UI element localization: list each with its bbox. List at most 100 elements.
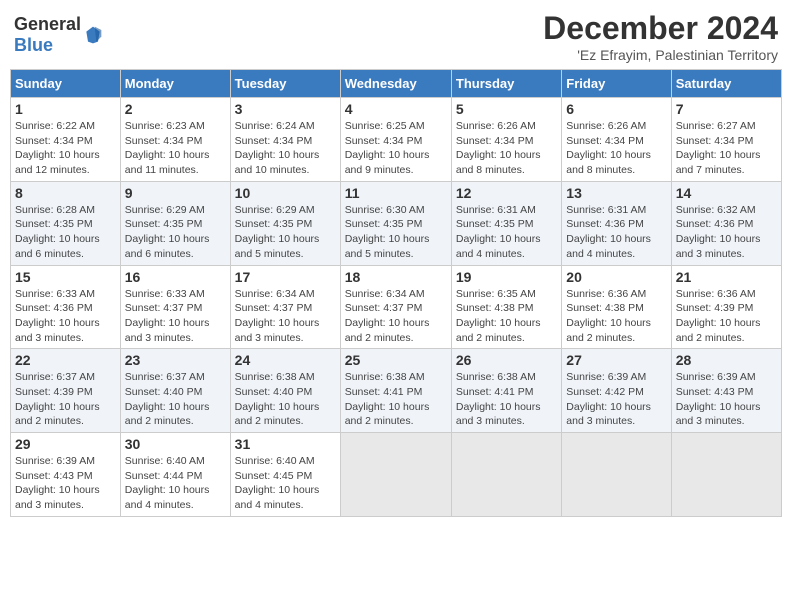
- calendar-week-row: 29 Sunrise: 6:39 AM Sunset: 4:43 PM Dayl…: [11, 433, 782, 517]
- calendar-table: SundayMondayTuesdayWednesdayThursdayFrid…: [10, 69, 782, 517]
- calendar-cell: [451, 433, 561, 517]
- calendar-cell: 28 Sunrise: 6:39 AM Sunset: 4:43 PM Dayl…: [671, 349, 781, 433]
- calendar-cell: 22 Sunrise: 6:37 AM Sunset: 4:39 PM Dayl…: [11, 349, 121, 433]
- day-info: Sunrise: 6:36 AM Sunset: 4:38 PM Dayligh…: [566, 287, 666, 346]
- day-number: 7: [676, 101, 777, 117]
- calendar-cell: 19 Sunrise: 6:35 AM Sunset: 4:38 PM Dayl…: [451, 265, 561, 349]
- day-info: Sunrise: 6:35 AM Sunset: 4:38 PM Dayligh…: [456, 287, 557, 346]
- day-info: Sunrise: 6:28 AM Sunset: 4:35 PM Dayligh…: [15, 203, 116, 262]
- day-number: 27: [566, 352, 666, 368]
- day-number: 5: [456, 101, 557, 117]
- location-title: 'Ez Efrayim, Palestinian Territory: [543, 47, 778, 63]
- calendar-cell: 24 Sunrise: 6:38 AM Sunset: 4:40 PM Dayl…: [230, 349, 340, 433]
- calendar-cell: 18 Sunrise: 6:34 AM Sunset: 4:37 PM Dayl…: [340, 265, 451, 349]
- day-info: Sunrise: 6:30 AM Sunset: 4:35 PM Dayligh…: [345, 203, 447, 262]
- calendar-cell: 1 Sunrise: 6:22 AM Sunset: 4:34 PM Dayli…: [11, 98, 121, 182]
- day-info: Sunrise: 6:31 AM Sunset: 4:36 PM Dayligh…: [566, 203, 666, 262]
- weekday-header: Wednesday: [340, 70, 451, 98]
- day-info: Sunrise: 6:39 AM Sunset: 4:42 PM Dayligh…: [566, 370, 666, 429]
- calendar-cell: 7 Sunrise: 6:27 AM Sunset: 4:34 PM Dayli…: [671, 98, 781, 182]
- day-info: Sunrise: 6:29 AM Sunset: 4:35 PM Dayligh…: [125, 203, 226, 262]
- day-info: Sunrise: 6:38 AM Sunset: 4:40 PM Dayligh…: [235, 370, 336, 429]
- day-number: 3: [235, 101, 336, 117]
- calendar-cell: 8 Sunrise: 6:28 AM Sunset: 4:35 PM Dayli…: [11, 181, 121, 265]
- day-number: 2: [125, 101, 226, 117]
- calendar-cell: 23 Sunrise: 6:37 AM Sunset: 4:40 PM Dayl…: [120, 349, 230, 433]
- weekday-header: Monday: [120, 70, 230, 98]
- calendar-week-row: 15 Sunrise: 6:33 AM Sunset: 4:36 PM Dayl…: [11, 265, 782, 349]
- day-info: Sunrise: 6:34 AM Sunset: 4:37 PM Dayligh…: [235, 287, 336, 346]
- logo-blue: Blue: [14, 35, 53, 55]
- day-info: Sunrise: 6:39 AM Sunset: 4:43 PM Dayligh…: [15, 454, 116, 513]
- day-number: 11: [345, 185, 447, 201]
- day-number: 17: [235, 269, 336, 285]
- day-number: 1: [15, 101, 116, 117]
- day-number: 22: [15, 352, 116, 368]
- weekday-header: Thursday: [451, 70, 561, 98]
- day-info: Sunrise: 6:26 AM Sunset: 4:34 PM Dayligh…: [566, 119, 666, 178]
- calendar-cell: 3 Sunrise: 6:24 AM Sunset: 4:34 PM Dayli…: [230, 98, 340, 182]
- day-info: Sunrise: 6:37 AM Sunset: 4:39 PM Dayligh…: [15, 370, 116, 429]
- day-info: Sunrise: 6:33 AM Sunset: 4:37 PM Dayligh…: [125, 287, 226, 346]
- calendar-cell: 16 Sunrise: 6:33 AM Sunset: 4:37 PM Dayl…: [120, 265, 230, 349]
- day-number: 10: [235, 185, 336, 201]
- month-title: December 2024: [543, 10, 778, 47]
- calendar-cell: 17 Sunrise: 6:34 AM Sunset: 4:37 PM Dayl…: [230, 265, 340, 349]
- day-number: 31: [235, 436, 336, 452]
- calendar-cell: 2 Sunrise: 6:23 AM Sunset: 4:34 PM Dayli…: [120, 98, 230, 182]
- day-number: 13: [566, 185, 666, 201]
- day-info: Sunrise: 6:39 AM Sunset: 4:43 PM Dayligh…: [676, 370, 777, 429]
- day-number: 18: [345, 269, 447, 285]
- calendar-cell: 30 Sunrise: 6:40 AM Sunset: 4:44 PM Dayl…: [120, 433, 230, 517]
- day-number: 20: [566, 269, 666, 285]
- logo-general: General: [14, 14, 81, 34]
- calendar-cell: 5 Sunrise: 6:26 AM Sunset: 4:34 PM Dayli…: [451, 98, 561, 182]
- calendar-cell: 25 Sunrise: 6:38 AM Sunset: 4:41 PM Dayl…: [340, 349, 451, 433]
- calendar-week-row: 22 Sunrise: 6:37 AM Sunset: 4:39 PM Dayl…: [11, 349, 782, 433]
- day-number: 15: [15, 269, 116, 285]
- day-info: Sunrise: 6:26 AM Sunset: 4:34 PM Dayligh…: [456, 119, 557, 178]
- calendar-cell: 26 Sunrise: 6:38 AM Sunset: 4:41 PM Dayl…: [451, 349, 561, 433]
- calendar-cell: [340, 433, 451, 517]
- day-info: Sunrise: 6:24 AM Sunset: 4:34 PM Dayligh…: [235, 119, 336, 178]
- day-number: 26: [456, 352, 557, 368]
- calendar-cell: 6 Sunrise: 6:26 AM Sunset: 4:34 PM Dayli…: [562, 98, 671, 182]
- day-info: Sunrise: 6:37 AM Sunset: 4:40 PM Dayligh…: [125, 370, 226, 429]
- calendar-cell: 10 Sunrise: 6:29 AM Sunset: 4:35 PM Dayl…: [230, 181, 340, 265]
- day-info: Sunrise: 6:31 AM Sunset: 4:35 PM Dayligh…: [456, 203, 557, 262]
- title-block: December 2024 'Ez Efrayim, Palestinian T…: [543, 10, 778, 63]
- day-number: 24: [235, 352, 336, 368]
- logo-icon: [83, 25, 103, 45]
- day-info: Sunrise: 6:22 AM Sunset: 4:34 PM Dayligh…: [15, 119, 116, 178]
- calendar-week-row: 1 Sunrise: 6:22 AM Sunset: 4:34 PM Dayli…: [11, 98, 782, 182]
- day-info: Sunrise: 6:40 AM Sunset: 4:44 PM Dayligh…: [125, 454, 226, 513]
- weekday-header: Tuesday: [230, 70, 340, 98]
- day-number: 21: [676, 269, 777, 285]
- day-info: Sunrise: 6:29 AM Sunset: 4:35 PM Dayligh…: [235, 203, 336, 262]
- weekday-header: Sunday: [11, 70, 121, 98]
- day-info: Sunrise: 6:40 AM Sunset: 4:45 PM Dayligh…: [235, 454, 336, 513]
- calendar-cell: 9 Sunrise: 6:29 AM Sunset: 4:35 PM Dayli…: [120, 181, 230, 265]
- calendar-header-row: SundayMondayTuesdayWednesdayThursdayFrid…: [11, 70, 782, 98]
- day-info: Sunrise: 6:38 AM Sunset: 4:41 PM Dayligh…: [345, 370, 447, 429]
- day-info: Sunrise: 6:23 AM Sunset: 4:34 PM Dayligh…: [125, 119, 226, 178]
- weekday-header: Friday: [562, 70, 671, 98]
- day-number: 29: [15, 436, 116, 452]
- day-number: 23: [125, 352, 226, 368]
- day-number: 14: [676, 185, 777, 201]
- logo: General Blue: [14, 14, 103, 56]
- day-number: 28: [676, 352, 777, 368]
- calendar-cell: 15 Sunrise: 6:33 AM Sunset: 4:36 PM Dayl…: [11, 265, 121, 349]
- day-number: 19: [456, 269, 557, 285]
- calendar-cell: 29 Sunrise: 6:39 AM Sunset: 4:43 PM Dayl…: [11, 433, 121, 517]
- calendar-cell: [562, 433, 671, 517]
- calendar-cell: 13 Sunrise: 6:31 AM Sunset: 4:36 PM Dayl…: [562, 181, 671, 265]
- calendar-cell: 31 Sunrise: 6:40 AM Sunset: 4:45 PM Dayl…: [230, 433, 340, 517]
- day-number: 8: [15, 185, 116, 201]
- calendar-week-row: 8 Sunrise: 6:28 AM Sunset: 4:35 PM Dayli…: [11, 181, 782, 265]
- calendar-cell: 11 Sunrise: 6:30 AM Sunset: 4:35 PM Dayl…: [340, 181, 451, 265]
- day-info: Sunrise: 6:38 AM Sunset: 4:41 PM Dayligh…: [456, 370, 557, 429]
- day-info: Sunrise: 6:32 AM Sunset: 4:36 PM Dayligh…: [676, 203, 777, 262]
- day-number: 9: [125, 185, 226, 201]
- day-number: 25: [345, 352, 447, 368]
